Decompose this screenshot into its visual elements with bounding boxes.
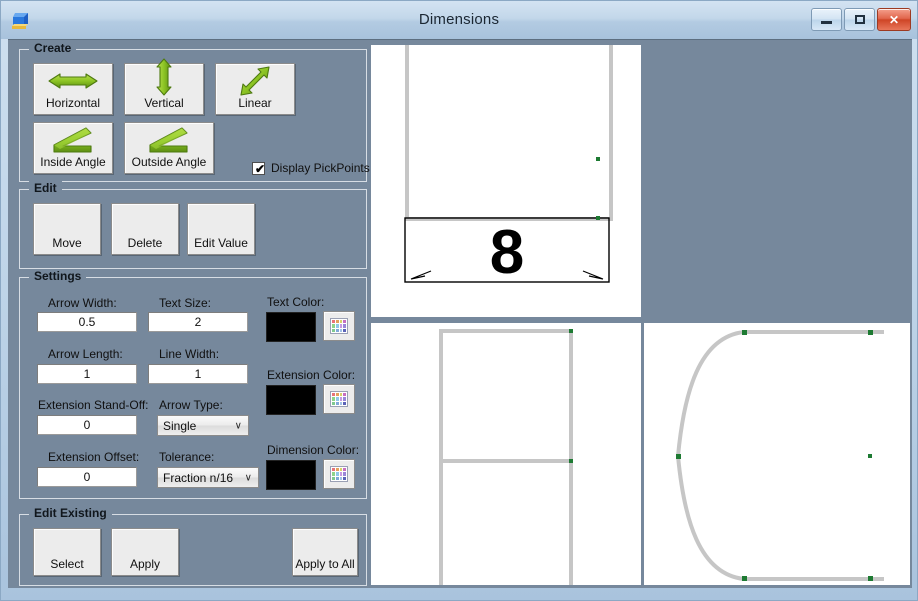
select-button[interactable]: Select: [33, 528, 101, 576]
linear-dimension-label: Linear: [238, 96, 272, 110]
tolerance-value: Fraction n/16: [163, 470, 234, 485]
profile-view-drawing: [675, 330, 884, 581]
select-label: Select: [50, 557, 84, 571]
close-button[interactable]: ✕: [877, 8, 911, 31]
inside-angle-label: Inside Angle: [40, 155, 106, 169]
minimize-icon: [821, 20, 832, 24]
tolerance-select[interactable]: Fraction n/16 ∨: [157, 467, 259, 488]
create-group: Create Horizontal Vertical Linear Inside…: [19, 41, 370, 182]
text-color-swatch[interactable]: [266, 312, 316, 342]
maximize-button[interactable]: [844, 8, 875, 31]
move-label: Move: [52, 236, 82, 250]
dimension-color-swatch[interactable]: [266, 460, 316, 490]
side-view-drawing: [439, 329, 573, 585]
close-icon: ✕: [888, 12, 900, 27]
arrow-type-label: Arrow Type:: [159, 398, 223, 412]
arrow-width-input[interactable]: 0.5: [37, 312, 137, 332]
linear-dimension-button[interactable]: Linear: [215, 63, 295, 115]
inside-angle-icon: [34, 123, 112, 156]
display-pickpoints-checkbox[interactable]: ✔ Display PickPoints: [252, 161, 370, 175]
palette-icon: [330, 318, 348, 334]
client-area: Create Horizontal Vertical Linear Inside…: [8, 39, 912, 588]
extension-color-label: Extension Color:: [267, 368, 356, 382]
extension-standoff-label: Extension Stand-Off:: [38, 398, 149, 412]
edit-value-label: Edit Value: [194, 236, 248, 250]
page-title: Dimensions: [418, 11, 500, 28]
dimension-color-picker-button[interactable]: [323, 459, 355, 489]
move-button[interactable]: Move: [33, 203, 101, 255]
text-size-input[interactable]: 2: [148, 312, 248, 332]
apply-to-all-button[interactable]: Apply to All: [292, 528, 358, 576]
side-view-viewport[interactable]: [371, 323, 641, 585]
settings-group: Settings Arrow Width: 0.5 Arrow Length: …: [19, 269, 367, 499]
outside-angle-icon: [125, 123, 213, 156]
front-view-dimension-text: 8: [490, 218, 524, 287]
arrow-length-label: Arrow Length:: [48, 347, 123, 361]
display-pickpoints-label: Display PickPoints: [271, 161, 370, 175]
extension-offset-label: Extension Offset:: [48, 450, 140, 464]
vertical-dimension-label: Vertical: [144, 96, 184, 110]
arrow-width-label: Arrow Width:: [48, 296, 117, 310]
extension-color-picker-button[interactable]: [323, 384, 355, 414]
inside-angle-button[interactable]: Inside Angle: [33, 122, 113, 174]
front-view-drawing: 8: [404, 45, 613, 287]
edit-existing-group: Edit Existing Select Apply Apply to All: [19, 506, 367, 586]
arrow-type-select[interactable]: Single ∨: [157, 415, 249, 436]
checkbox-box: ✔: [252, 161, 266, 176]
extension-standoff-input[interactable]: 0: [37, 415, 137, 435]
outside-angle-button[interactable]: Outside Angle: [124, 122, 214, 174]
line-width-input[interactable]: 1: [148, 364, 248, 384]
outside-angle-label: Outside Angle: [131, 155, 207, 169]
arrow-type-value: Single: [163, 418, 197, 433]
extension-offset-input[interactable]: 0: [37, 467, 137, 487]
edit-group-legend: Edit: [29, 181, 62, 195]
maximize-icon: [854, 15, 865, 24]
minimize-button[interactable]: [811, 8, 842, 31]
horizontal-arrow-icon: [34, 64, 112, 97]
text-color-picker-button[interactable]: [323, 311, 355, 341]
vertical-dimension-button[interactable]: Vertical: [124, 58, 204, 115]
edit-group: Edit Move Delete Edit Value: [19, 181, 367, 269]
title-bar: Dimensions ✕: [1, 1, 917, 39]
palette-icon: [330, 391, 348, 407]
extension-color-swatch[interactable]: [266, 385, 316, 415]
delete-label: Delete: [127, 236, 163, 250]
dimension-color-label: Dimension Color:: [267, 443, 360, 457]
check-icon: ✔: [255, 161, 266, 176]
line-width-label: Line Width:: [159, 347, 220, 361]
settings-group-legend: Settings: [29, 269, 87, 283]
palette-icon: [330, 466, 348, 482]
window-controls: ✕: [811, 8, 911, 31]
chevron-down-icon: ∨: [234, 420, 242, 431]
text-color-label: Text Color:: [267, 295, 325, 309]
apply-to-all-label: Apply to All: [295, 557, 355, 571]
linear-arrow-icon: [216, 63, 294, 97]
create-group-legend: Create: [29, 41, 77, 55]
edit-existing-group-legend: Edit Existing: [29, 506, 112, 520]
horizontal-dimension-button[interactable]: Horizontal: [33, 63, 113, 115]
vertical-arrow-icon: [125, 57, 203, 97]
profile-view-viewport[interactable]: [644, 323, 910, 585]
delete-button[interactable]: Delete: [111, 203, 179, 255]
apply-label: Apply: [129, 557, 161, 571]
front-view-viewport[interactable]: 8: [371, 45, 641, 317]
chevron-down-icon: ∨: [244, 472, 252, 483]
dimensions-window: Dimensions ✕ Create Horizontal Vertical …: [0, 0, 918, 601]
text-size-label: Text Size:: [159, 296, 212, 310]
horizontal-dimension-label: Horizontal: [45, 96, 101, 110]
arrow-length-input[interactable]: 1: [37, 364, 137, 384]
edit-value-button[interactable]: Edit Value: [187, 203, 255, 255]
apply-button[interactable]: Apply: [111, 528, 179, 576]
tolerance-label: Tolerance:: [159, 450, 215, 464]
